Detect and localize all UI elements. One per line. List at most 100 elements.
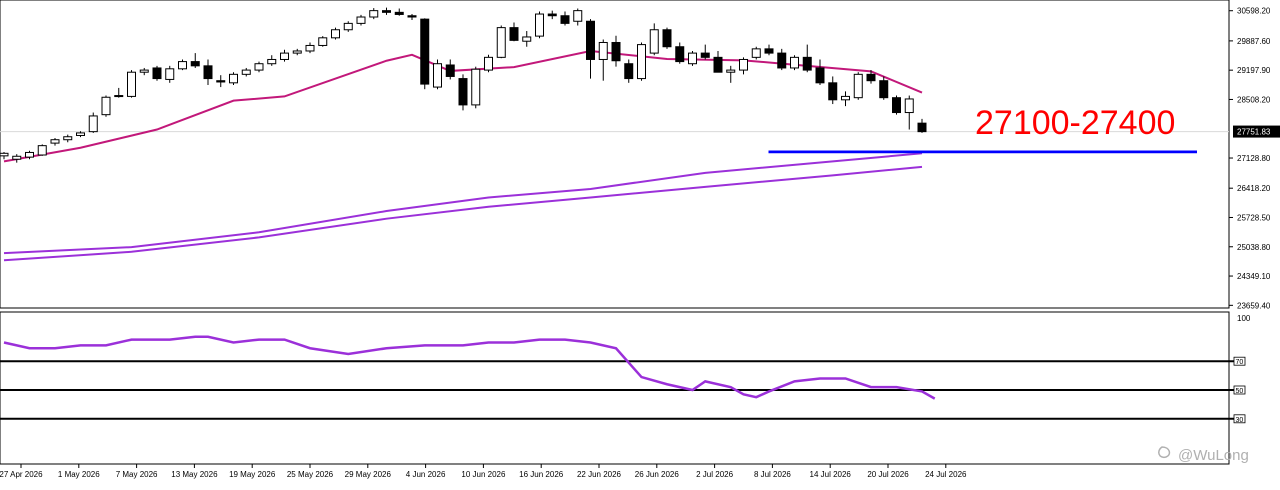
- candle-bullish: [63, 136, 73, 141]
- candle-bearish: [203, 65, 213, 80]
- candle-bearish: [917, 122, 927, 133]
- price-tick-label: 29197.90: [1237, 66, 1271, 75]
- candle-bullish: [739, 58, 748, 71]
- candle-bullish: [76, 132, 85, 136]
- candle-bearish: [866, 73, 876, 82]
- candle-bearish: [509, 27, 519, 41]
- candle-bullish: [37, 145, 47, 156]
- candle-bearish: [114, 95, 124, 98]
- candle-bullish: [356, 16, 366, 24]
- candle-bullish: [726, 69, 736, 73]
- date-tick-label: 1 May 2026: [58, 470, 100, 479]
- candle-bullish: [178, 61, 187, 70]
- candle-bearish: [764, 48, 774, 54]
- candle-bearish: [879, 80, 889, 99]
- candle-bearish: [675, 46, 685, 63]
- price-tick-label: 25728.50: [1237, 213, 1271, 222]
- candle-bullish: [88, 115, 98, 133]
- oscillator-max-label: 100: [1237, 314, 1251, 323]
- candle-bearish: [777, 52, 787, 69]
- candle-bullish: [25, 151, 34, 158]
- price-tick-label: 25038.80: [1237, 243, 1271, 252]
- oscillator-level-label: 30: [1236, 417, 1244, 424]
- date-tick-label: 29 May 2026: [345, 470, 392, 479]
- candle-bullish: [305, 44, 315, 52]
- candle-bearish: [802, 56, 812, 71]
- candle-bullish: [573, 10, 583, 22]
- date-tick-label: 4 Jun 2026: [406, 470, 446, 479]
- candle-bullish: [343, 22, 353, 31]
- date-tick-label: 24 Jul 2026: [925, 470, 967, 479]
- chart-root: 30598.20 29887.60 29197.90 28508.20 27128.80…: [0, 0, 1280, 485]
- candle-bearish: [611, 41, 621, 62]
- candle-bearish: [560, 15, 570, 24]
- candle-bullish: [50, 139, 60, 144]
- target-zone-band: [768, 150, 1197, 154]
- candle-bearish: [216, 80, 226, 83]
- date-tick-label: 27 Apr 2026: [0, 470, 43, 479]
- candle-bullish: [0, 152, 9, 157]
- date-tick-label: 16 Jun 2026: [519, 470, 564, 479]
- candle-bullish: [254, 63, 264, 71]
- date-tick-label: 19 May 2026: [229, 470, 276, 479]
- candle-bullish: [841, 95, 850, 101]
- candle-bullish: [280, 52, 289, 60]
- candle-bullish: [790, 56, 799, 69]
- candle-bullish: [127, 71, 136, 97]
- candle-bearish: [152, 67, 162, 80]
- candle-bearish: [892, 97, 901, 114]
- candle-bullish: [649, 29, 659, 54]
- candle-bullish: [904, 98, 914, 114]
- candle-bullish: [292, 50, 302, 54]
- candle-bearish: [407, 15, 417, 18]
- date-tick-label: 25 May 2026: [287, 470, 334, 479]
- candle-bullish: [535, 13, 544, 37]
- price-tick-label: 30598.20: [1237, 7, 1271, 16]
- candle-bullish: [331, 29, 340, 39]
- price-tick-label: 23659.40: [1237, 301, 1271, 310]
- oscillator-level-label: 70: [1236, 359, 1244, 366]
- candle-bullish: [267, 58, 277, 65]
- date-tick-label: 14 Jul 2026: [810, 470, 852, 479]
- candle-bullish: [165, 68, 175, 80]
- date-tick-label: 10 Jun 2026: [461, 470, 506, 479]
- date-tick-label: 26 Jun 2026: [635, 470, 680, 479]
- price-tick-label: 29887.60: [1237, 37, 1271, 46]
- date-tick-label: 2 Jul 2026: [696, 470, 733, 479]
- candle-bullish: [139, 69, 149, 73]
- date-tick-label: 20 Jul 2026: [867, 470, 909, 479]
- candle-bearish: [458, 78, 468, 106]
- candle-bullish: [229, 73, 238, 84]
- candle-bearish: [662, 29, 672, 48]
- candle-bearish: [815, 67, 825, 84]
- candle-bullish: [471, 68, 481, 106]
- target-zone-label: 27100-27400: [975, 104, 1175, 142]
- candle-bullish: [484, 56, 493, 71]
- price-tick-label: 26418.20: [1237, 184, 1271, 193]
- last-price-label: 27751.83: [1237, 128, 1271, 137]
- candle-bullish: [241, 69, 251, 75]
- candle-bullish: [433, 63, 442, 88]
- candle-bearish: [586, 20, 595, 60]
- date-tick-label: 13 May 2026: [171, 470, 218, 479]
- candle-bullish: [369, 10, 379, 18]
- candle-bullish: [496, 27, 506, 58]
- candle-bearish: [700, 52, 710, 58]
- candle-bullish: [751, 48, 761, 58]
- candle-bearish: [445, 64, 455, 77]
- candle-bearish: [828, 82, 838, 101]
- candle-bullish: [637, 44, 646, 80]
- candle-bearish: [624, 63, 634, 80]
- date-tick-label: 8 Jul 2026: [754, 470, 791, 479]
- chart-canvas: 30598.20 29887.60 29197.90 28508.20 27128.80…: [0, 0, 1280, 485]
- price-tick-label: 24349.10: [1237, 272, 1271, 281]
- candle-bullish: [318, 37, 328, 46]
- candle-bullish: [853, 73, 863, 99]
- watermark-text: @WuLong: [1178, 447, 1249, 464]
- candle-bullish: [12, 155, 22, 160]
- candle-bullish: [522, 36, 532, 42]
- candle-bearish: [547, 13, 557, 17]
- price-tick-label: 27128.80: [1237, 154, 1271, 163]
- candle-bearish: [382, 10, 391, 13]
- oscillator-level-label: 50: [1236, 388, 1244, 395]
